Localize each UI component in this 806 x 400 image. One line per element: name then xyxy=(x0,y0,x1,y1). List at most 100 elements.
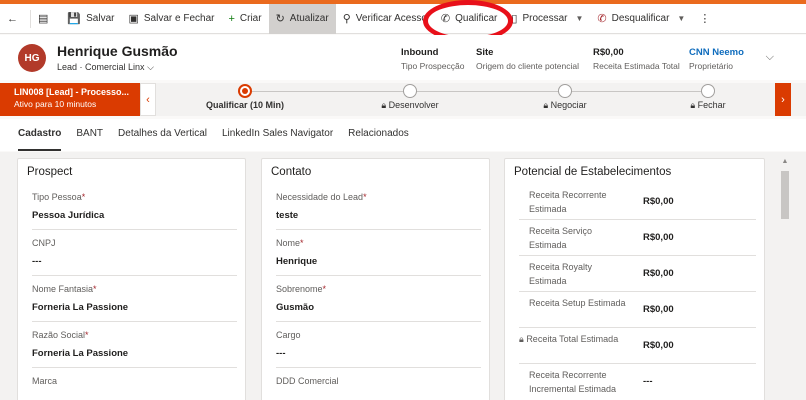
field-label: DDD Comercial xyxy=(276,376,481,386)
field-label-text: Razão Social xyxy=(32,330,86,340)
field-label-text: CNPJ xyxy=(32,238,56,248)
process-next-button[interactable]: › xyxy=(775,83,791,116)
field-value[interactable]: R$0,00 xyxy=(643,232,674,243)
header-field-origem: Site Origem do cliente potencial xyxy=(476,47,579,71)
field-value[interactable]: teste xyxy=(276,210,481,221)
command-bar: ← ▤ 💾 Salvar ▣ Salvar e Fechar + Criar ↻ Atu… xyxy=(0,3,806,34)
header-field-label: Tipo Prospecção xyxy=(401,61,465,71)
disqualify-button[interactable]: ✆ Desqualificar ▼ xyxy=(590,4,692,34)
tab-bant[interactable]: BANT xyxy=(76,119,103,151)
field-value[interactable]: Forneria La Passione xyxy=(32,302,237,313)
field-label: Necessidade do Lead* xyxy=(276,192,481,202)
create-label: Criar xyxy=(239,13,262,24)
tab-detalhes-vertical[interactable]: Detalhes da Vertical xyxy=(118,119,207,151)
section-title: Prospect xyxy=(27,166,73,178)
field-necessidade[interactable]: Necessidade do Lead* teste xyxy=(276,184,481,230)
tab-linkedin[interactable]: LinkedIn Sales Navigator xyxy=(222,119,333,151)
scroll-up-icon[interactable]: ▲ xyxy=(779,158,791,165)
stage-label: 🔒︎ Fechar xyxy=(668,100,748,111)
field-marca[interactable]: Marca xyxy=(32,368,237,400)
business-process-flow: LIN008 [Lead] - Processo... Ativo para 1… xyxy=(0,83,806,116)
field-value[interactable]: R$0,00 xyxy=(643,196,674,207)
save-icon: 💾 xyxy=(67,13,82,25)
field-value[interactable]: Pessoa Jurídica xyxy=(32,210,237,221)
field-ddd-comercial[interactable]: DDD Comercial xyxy=(276,368,481,400)
field-label-text: DDD Comercial xyxy=(276,376,339,386)
save-button[interactable]: 💾 Salvar xyxy=(60,4,121,34)
field-receita-incremental[interactable]: Receita Recorrente Incremental Estimada … xyxy=(519,364,756,400)
field-razao-social[interactable]: Razão Social* Forneria La Passione xyxy=(32,322,237,368)
header-field-tipo: Inbound Tipo Prospecção xyxy=(401,47,464,71)
form-selector[interactable]: Comercial Linx xyxy=(85,62,145,72)
field-receita-servico[interactable]: Receita Serviço Estimada R$0,00 xyxy=(519,220,756,256)
field-value[interactable]: R$0,00 xyxy=(643,268,674,279)
field-label-text: Nome xyxy=(276,238,301,248)
create-button[interactable]: + Criar xyxy=(221,4,268,34)
refresh-button[interactable]: ↻ Atualizar xyxy=(268,3,336,34)
process-button[interactable]: ▯ Processar ▼ xyxy=(504,4,590,34)
field-tipo-pessoa[interactable]: Tipo Pessoa* Pessoa Jurídica xyxy=(32,184,237,230)
tab-relacionados[interactable]: Relacionados xyxy=(348,119,409,151)
field-nome-fantasia[interactable]: Nome Fantasia* Forneria La Passione xyxy=(32,276,237,322)
form-selector-button[interactable]: ▤ xyxy=(31,4,60,34)
field-sobrenome[interactable]: Sobrenome* Gusmão xyxy=(276,276,481,322)
save-label: Salvar xyxy=(86,13,115,24)
field-value: R$0,00 xyxy=(643,340,674,351)
stage-label: Qualificar (10 Min) xyxy=(205,100,285,110)
field-label: Receita Recorrente Incremental Estimada xyxy=(529,370,617,394)
phone-icon: ✆ xyxy=(440,13,451,25)
stage-negociar[interactable]: 🔒︎ Negociar xyxy=(525,83,605,111)
field-receita-royalty[interactable]: Receita Royalty Estimada R$0,00 xyxy=(519,256,756,292)
more-commands-button[interactable]: ⋮ xyxy=(692,4,722,34)
required-marker: * xyxy=(322,284,327,294)
field-label-text: Tipo Pessoa xyxy=(32,192,82,202)
stage-fechar[interactable]: 🔒︎ Fechar xyxy=(668,83,748,111)
section-title: Potencial de Estabelecimentos xyxy=(514,166,672,178)
process-prev-button[interactable]: ‹ xyxy=(140,83,156,116)
stage-indicator xyxy=(403,84,417,98)
chevron-down-icon: ▼ xyxy=(677,14,686,23)
field-cnpj[interactable]: CNPJ --- xyxy=(32,230,237,276)
field-value[interactable]: --- xyxy=(276,348,481,359)
field-label: Receita Serviço Estimada xyxy=(529,226,593,250)
field-cargo[interactable]: Cargo --- xyxy=(276,322,481,368)
field-value[interactable]: Forneria La Passione xyxy=(32,348,237,359)
verify-access-button[interactable]: ⚲ Verificar Acesso xyxy=(336,4,434,34)
field-value[interactable]: Henrique xyxy=(276,256,481,267)
qualify-button[interactable]: ✆ Qualificar xyxy=(434,4,504,34)
field-label: 🔒︎ Receita Total Estimada xyxy=(519,332,619,346)
lock-icon: 🔒︎ xyxy=(381,100,387,110)
header-field-value: R$0,00 xyxy=(593,47,624,58)
process-status: Ativo para 10 minutos xyxy=(14,99,97,109)
field-label-text: Nome Fantasia xyxy=(32,284,94,294)
tab-cadastro[interactable]: Cadastro xyxy=(18,119,62,151)
field-nome[interactable]: Nome* Henrique xyxy=(276,230,481,276)
field-value[interactable]: --- xyxy=(32,256,237,267)
more-icon: ⋮ xyxy=(699,13,711,25)
field-value[interactable]: --- xyxy=(643,376,653,387)
save-close-button[interactable]: ▣ Salvar e Fechar xyxy=(121,4,221,34)
scrollbar-thumb[interactable] xyxy=(781,171,789,219)
field-receita-recorrente[interactable]: Receita Recorrente Estimada R$0,00 xyxy=(519,184,756,220)
field-value[interactable]: Gusmão xyxy=(276,302,481,313)
entity-name: Lead xyxy=(57,62,78,72)
section-contato: Contato Necessidade do Lead* teste Nome*… xyxy=(261,158,490,400)
stage-desenvolver[interactable]: 🔒︎ Desenvolver xyxy=(370,83,450,111)
save-close-icon: ▣ xyxy=(128,13,139,25)
lock-icon: 🔒︎ xyxy=(543,100,549,110)
process-name-tag[interactable]: LIN008 [Lead] - Processo... Ativo para 1… xyxy=(0,83,140,116)
form-scrollbar[interactable]: ▲ xyxy=(779,158,791,400)
record-name: Henrique Gusmão xyxy=(57,43,178,59)
owner-link[interactable]: CNN Neemo xyxy=(689,47,744,58)
stage-qualificar[interactable]: Qualificar (10 Min) xyxy=(205,83,285,110)
field-value[interactable]: R$0,00 xyxy=(643,304,674,315)
disqualify-icon: ✆ xyxy=(597,13,607,25)
lock-icon: 🔒︎ xyxy=(690,100,696,110)
field-label: Receita Recorrente Estimada xyxy=(529,190,607,214)
field-label: Cargo xyxy=(276,330,481,340)
section-prospect: Prospect Tipo Pessoa* Pessoa Jurídica CN… xyxy=(17,158,246,400)
field-receita-setup[interactable]: Receita Setup Estimada R$0,00 xyxy=(519,292,756,328)
field-label-text: Cargo xyxy=(276,330,301,340)
header-expand-chevron-icon[interactable]: ⌵ xyxy=(766,51,774,64)
back-button[interactable]: ← xyxy=(0,4,30,34)
